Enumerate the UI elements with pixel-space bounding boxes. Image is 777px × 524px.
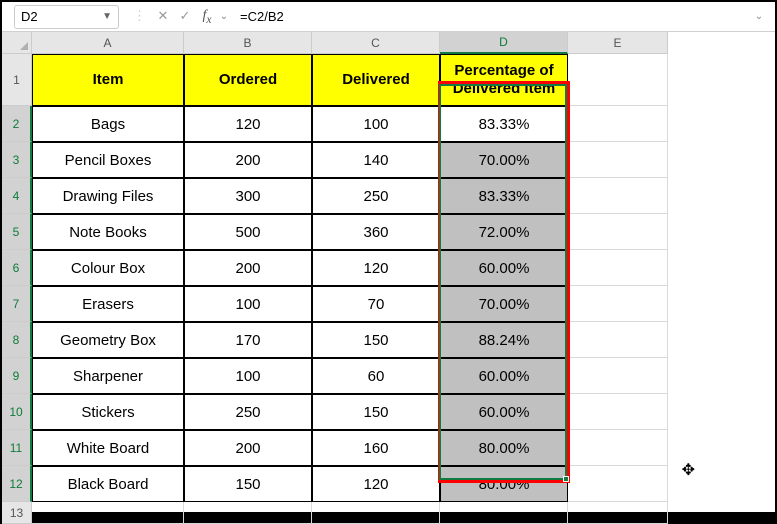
row-header-3[interactable]: 3: [2, 142, 32, 178]
cell-percentage[interactable]: 70.00%: [440, 142, 568, 178]
cell-item[interactable]: Black Board: [32, 466, 184, 502]
cell-reference: D2: [21, 9, 38, 24]
cell-delivered[interactable]: 70: [312, 286, 440, 322]
formula-input[interactable]: =C2/B2: [230, 5, 753, 29]
cell-delivered[interactable]: 140: [312, 142, 440, 178]
cell-delivered[interactable]: 360: [312, 214, 440, 250]
cell-empty[interactable]: [568, 430, 668, 466]
cell-item[interactable]: Sharpener: [32, 358, 184, 394]
cell-item[interactable]: Bags: [32, 106, 184, 142]
enter-icon[interactable]: ✓: [174, 8, 196, 24]
cell-ordered[interactable]: 200: [184, 430, 312, 466]
spreadsheet-grid[interactable]: A B C D E 1 Item Ordered Delivered Perce…: [2, 32, 775, 524]
cell-ordered[interactable]: 300: [184, 178, 312, 214]
cell-item[interactable]: Stickers: [32, 394, 184, 430]
cell-delivered[interactable]: 60: [312, 358, 440, 394]
cell-ordered[interactable]: 200: [184, 142, 312, 178]
cell-percentage[interactable]: 80.00%: [440, 466, 568, 502]
cell-ordered[interactable]: 100: [184, 286, 312, 322]
cell-delivered[interactable]: 100: [312, 106, 440, 142]
cell-delivered[interactable]: 250: [312, 178, 440, 214]
cell-empty[interactable]: [568, 358, 668, 394]
formula-text: =C2/B2: [240, 9, 284, 24]
row-header-9[interactable]: 9: [2, 358, 32, 394]
cell-E1[interactable]: [568, 54, 668, 106]
cell-ordered[interactable]: 100: [184, 358, 312, 394]
cell-empty[interactable]: [568, 250, 668, 286]
cell-ordered[interactable]: 120: [184, 106, 312, 142]
cell-percentage[interactable]: 88.24%: [440, 322, 568, 358]
cell-E13[interactable]: [568, 502, 668, 524]
cell-percentage[interactable]: 83.33%: [440, 106, 568, 142]
cell-delivered[interactable]: 160: [312, 430, 440, 466]
cell-A13[interactable]: [32, 502, 184, 524]
cell-delivered[interactable]: 120: [312, 466, 440, 502]
formula-bar-buttons: ⋮ ✕ ✓ fx ⌄: [127, 8, 230, 26]
formula-bar: D2 ▼ ⋮ ✕ ✓ fx ⌄ =C2/B2 ⌄: [2, 2, 775, 32]
select-all-corner[interactable]: [2, 32, 32, 54]
cell-percentage[interactable]: 80.00%: [440, 430, 568, 466]
cell-B13[interactable]: [184, 502, 312, 524]
row-header-13[interactable]: 13: [2, 502, 32, 524]
cell-item[interactable]: Drawing Files: [32, 178, 184, 214]
cell-empty[interactable]: [568, 322, 668, 358]
cell-ordered[interactable]: 170: [184, 322, 312, 358]
row-header-4[interactable]: 4: [2, 178, 32, 214]
row-header-8[interactable]: 8: [2, 322, 32, 358]
cell-empty[interactable]: [568, 286, 668, 322]
cell-empty[interactable]: [568, 178, 668, 214]
cell-item[interactable]: Note Books: [32, 214, 184, 250]
row-header-10[interactable]: 10: [2, 394, 32, 430]
header-item[interactable]: Item: [32, 54, 184, 106]
cell-percentage[interactable]: 83.33%: [440, 178, 568, 214]
cell-percentage[interactable]: 70.00%: [440, 286, 568, 322]
cell-percentage[interactable]: 72.00%: [440, 214, 568, 250]
fx-dropdown-icon[interactable]: ⌄: [218, 11, 230, 22]
col-header-C[interactable]: C: [312, 32, 440, 54]
header-percentage[interactable]: Percentage of Delivered Item: [440, 54, 568, 106]
cell-D13[interactable]: [440, 502, 568, 524]
cell-item[interactable]: Erasers: [32, 286, 184, 322]
cell-item[interactable]: Geometry Box: [32, 322, 184, 358]
cell-percentage[interactable]: 60.00%: [440, 394, 568, 430]
cell-ordered[interactable]: 200: [184, 250, 312, 286]
col-header-D[interactable]: D: [440, 32, 568, 54]
cell-empty[interactable]: [568, 214, 668, 250]
cell-delivered[interactable]: 150: [312, 394, 440, 430]
cell-empty[interactable]: [568, 394, 668, 430]
cell-delivered[interactable]: 150: [312, 322, 440, 358]
cell-ordered[interactable]: 250: [184, 394, 312, 430]
cell-item[interactable]: White Board: [32, 430, 184, 466]
cell-ordered[interactable]: 500: [184, 214, 312, 250]
cell-item[interactable]: Colour Box: [32, 250, 184, 286]
cell-item[interactable]: Pencil Boxes: [32, 142, 184, 178]
col-header-E[interactable]: E: [568, 32, 668, 54]
cell-empty[interactable]: [568, 142, 668, 178]
header-delivered[interactable]: Delivered: [312, 54, 440, 106]
cursor-icon: ✥: [682, 460, 695, 480]
cell-percentage[interactable]: 60.00%: [440, 250, 568, 286]
cell-empty[interactable]: [568, 106, 668, 142]
cell-empty[interactable]: [568, 466, 668, 502]
col-header-B[interactable]: B: [184, 32, 312, 54]
name-box[interactable]: D2 ▼: [14, 5, 119, 29]
row-header-5[interactable]: 5: [2, 214, 32, 250]
row-header-6[interactable]: 6: [2, 250, 32, 286]
row-header-1[interactable]: 1: [2, 54, 32, 106]
row-header-2[interactable]: 2: [2, 106, 32, 142]
cell-delivered[interactable]: 120: [312, 250, 440, 286]
cell-ordered[interactable]: 150: [184, 466, 312, 502]
cell-percentage[interactable]: 60.00%: [440, 358, 568, 394]
fx-icon[interactable]: fx: [196, 8, 218, 26]
col-header-A[interactable]: A: [32, 32, 184, 54]
cell-C13[interactable]: [312, 502, 440, 524]
name-box-dropdown-icon[interactable]: ▼: [102, 11, 112, 22]
row-header-12[interactable]: 12: [2, 466, 32, 502]
row-header-7[interactable]: 7: [2, 286, 32, 322]
header-ordered[interactable]: Ordered: [184, 54, 312, 106]
formula-expand-icon[interactable]: ⌄: [753, 11, 765, 22]
row-header-11[interactable]: 11: [2, 430, 32, 466]
cancel-icon[interactable]: ✕: [152, 8, 174, 24]
